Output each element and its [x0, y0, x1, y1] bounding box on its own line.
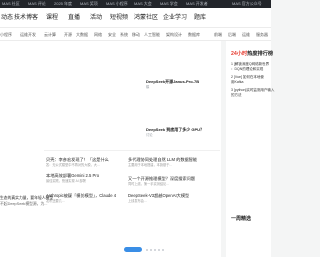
topbar-link[interactable]: MAS 奖项	[80, 1, 98, 7]
article-title[interactable]: 又一个开源推理模型？深度搜索问题	[128, 176, 220, 181]
carousel-dot[interactable]	[150, 249, 152, 251]
edge-article-title[interactable]: 生态的真实力量，要年轻人模型	[0, 196, 53, 201]
carousel-dot[interactable]	[162, 249, 164, 251]
carousel-dot[interactable]	[146, 249, 148, 251]
nav-item[interactable]: 技术博客	[14, 15, 38, 22]
article-summary: 同时上线，第一手实测结论...	[128, 182, 169, 186]
category-subnav: 小程序 运维开发 云计算 开源 大数据 网络 安全 系统 移动 人工智能 架构设…	[0, 28, 271, 41]
subnav-item[interactable]: 小程序	[0, 32, 12, 37]
subnav-item[interactable]: 人工智能	[144, 32, 160, 37]
subnav-item[interactable]: 运维开发	[20, 32, 36, 37]
weekly-picks-heading: 一周精选	[231, 216, 252, 222]
edge-article-summary: 不起DeepSeek模型源，为...	[0, 202, 48, 206]
subnav-item[interactable]: 数据库	[188, 32, 200, 37]
main-content	[0, 41, 221, 257]
subnav-item[interactable]: 开源	[64, 32, 72, 37]
article-summary: 发布还要几...	[46, 199, 65, 203]
subnav-item[interactable]: 前端	[214, 32, 222, 37]
divider	[44, 150, 220, 151]
subnav-item[interactable]: 云计算	[44, 32, 56, 37]
subnav-item[interactable]: 移动	[132, 32, 140, 37]
subnav-item[interactable]: 运维	[242, 32, 250, 37]
top-utility-bar: MAS 社区 MAS 评论 2025 年度 MAS 奖项 MAS 小程序 MAS…	[0, 0, 271, 8]
nav-item[interactable]: 短视频	[110, 15, 128, 22]
feature-headline[interactable]: DeepSeek 到底用了多少 GPU？	[146, 127, 220, 132]
article-summary: 主要用于本地搭建，本篇基于...	[128, 163, 173, 167]
hot-ranking-title: 24小时热度排行榜	[231, 50, 273, 57]
subnav-item[interactable]: 系统	[120, 32, 128, 37]
topbar-link[interactable]: 2025 年度	[54, 1, 72, 7]
right-sidebar	[226, 41, 271, 257]
hot-ranking-item-cont[interactable]: 的方法	[231, 93, 242, 98]
main-nav: 动态 技术博客 课程 直播 活动 短视频 鸿蒙社区 企业学习 题库	[0, 8, 271, 28]
carousel-dot[interactable]	[158, 249, 160, 251]
topbar-link[interactable]: MAS 评论	[28, 1, 46, 7]
article-title[interactable]: DeepSeek-V3超越OpenAI大模型	[128, 193, 220, 198]
nav-item[interactable]: 鸿蒙社区	[134, 15, 158, 22]
subnav-item[interactable]: 后端	[228, 32, 236, 37]
carousel-dot[interactable]	[154, 249, 156, 251]
article-summary: 答：无公式模型中不再对的大模，大...	[46, 163, 100, 167]
topbar-link[interactable]: MAS 学会	[160, 1, 178, 7]
subnav-item[interactable]: 大数据	[76, 32, 88, 37]
topbar-link[interactable]: MAS 开发者	[186, 1, 208, 7]
subnav-item[interactable]: 安全	[108, 32, 116, 37]
nav-item[interactable]: 直播	[68, 15, 80, 22]
article-title[interactable]: 本地高效部署Gemini 2.5 Pro	[46, 173, 128, 178]
hot-ranking-title-highlight: 24小时	[231, 51, 248, 57]
article-summary: 最佳实践，快速实现 AI 部署	[46, 179, 86, 183]
hot-ranking-item-cont[interactable]: ：DQN的理论和实现	[231, 67, 263, 72]
nav-item[interactable]: 题库	[194, 15, 206, 22]
article-title[interactable]: 多代理协同处理自然 LLM 的数据智能	[128, 157, 220, 162]
nav-item[interactable]: 活动	[90, 15, 102, 22]
carousel-indicator-active[interactable]	[124, 247, 142, 252]
subnav-item[interactable]: 网络	[94, 32, 102, 37]
topbar-link[interactable]: MAS 小程序	[106, 1, 128, 7]
nav-item[interactable]: 课程	[46, 15, 58, 22]
article-title[interactable]: 贝壳：李彦宏发现了！「这是什么	[46, 157, 128, 162]
hot-ranking-title-rest: 热度排行榜	[247, 51, 274, 57]
hot-ranking-item-cont[interactable]: 用Kafka	[231, 80, 243, 85]
subnav-item[interactable]: 架构设计	[166, 32, 182, 37]
article-summary: 上线发布会...	[128, 199, 147, 203]
article-title[interactable]: Anthropic被疑「模仿模型」，Claude 4	[46, 193, 128, 198]
topbar-link[interactable]: MAS 大会	[134, 1, 152, 7]
feature-subline: 讨论	[146, 133, 153, 137]
subnav-item[interactable]: 服务器	[256, 32, 268, 37]
feature-headline[interactable]: DeepSeek开源Janus-Pro-7B	[146, 79, 220, 84]
feature-subline: 模	[146, 85, 150, 89]
nav-item[interactable]: 企业学习	[163, 15, 187, 22]
nav-item[interactable]: 动态	[1, 15, 13, 22]
topbar-link[interactable]: MAS 社区	[2, 1, 20, 7]
topbar-link[interactable]: MAS 官方公众号	[232, 1, 262, 7]
